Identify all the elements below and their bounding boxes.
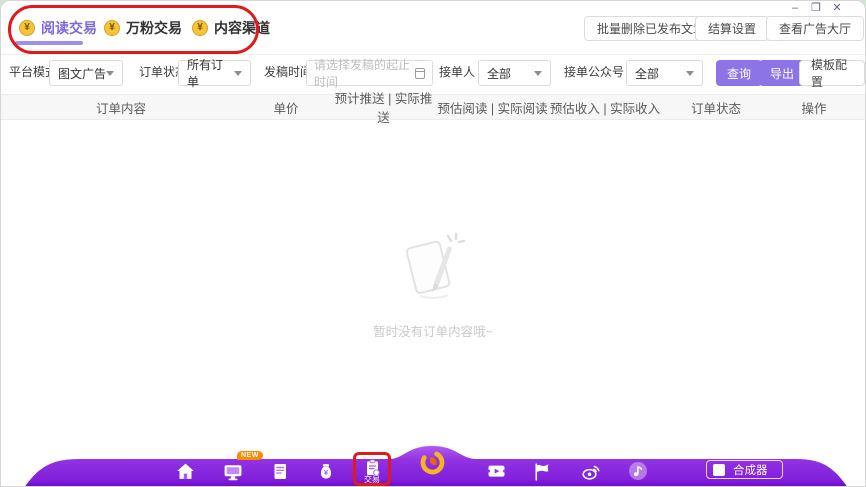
maximize-icon[interactable]: ❐ bbox=[810, 2, 822, 15]
minimize-icon[interactable]: – bbox=[789, 2, 801, 15]
empty-state: 暂时没有订单内容哦~ bbox=[1, 226, 865, 340]
weibo-icon[interactable] bbox=[579, 459, 603, 483]
col-order-status: 订单状态 bbox=[690, 101, 741, 116]
new-badge[interactable]: NEW bbox=[237, 451, 263, 460]
col-order-content: 订单内容 bbox=[95, 101, 146, 116]
synthesizer-checkbox[interactable] bbox=[713, 463, 725, 476]
platform-mode-value: 图文广告 bbox=[58, 66, 107, 81]
query-button[interactable]: 查询 bbox=[716, 60, 763, 86]
window-controls: – ❐ ✕ bbox=[789, 2, 843, 15]
trade-icon-label[interactable]: 交易 bbox=[357, 474, 387, 485]
tab-reading-trade[interactable]: ¥ 阅读交易 bbox=[19, 18, 97, 38]
tab-fans-trade[interactable]: ¥ 万粉交易 bbox=[104, 18, 182, 38]
coin-icon: ¥ bbox=[104, 20, 120, 36]
receiver-value: 全部 bbox=[487, 66, 512, 81]
active-tab-underline bbox=[15, 41, 83, 45]
settlement-settings-button[interactable]: 结算设置 bbox=[695, 16, 770, 41]
app-window: – ❐ ✕ ¥ 阅读交易 ¥ 万粉交易 ¥ 内容渠道 批量删除已发布文章 结算设… bbox=[0, 0, 866, 487]
synthesizer-label: 合成器 bbox=[733, 464, 768, 477]
publish-time-input[interactable]: 请选择发稿的起止时间 bbox=[306, 58, 433, 89]
publish-time-placeholder: 请选择发稿的起止时间 bbox=[314, 58, 411, 89]
tab-label: 阅读交易 bbox=[41, 20, 97, 36]
monitor-icon[interactable] bbox=[221, 459, 245, 483]
account-value: 全部 bbox=[635, 66, 660, 81]
document-icon[interactable] bbox=[268, 459, 292, 483]
tab-content-channel[interactable]: ¥ 内容渠道 bbox=[192, 18, 270, 38]
ticket-icon[interactable] bbox=[484, 459, 508, 483]
publish-time-label: 发稿时间 bbox=[264, 65, 313, 79]
order-status-select[interactable]: 所有订单 bbox=[178, 58, 251, 89]
account-select[interactable]: 全部 bbox=[626, 60, 703, 86]
close-icon[interactable]: ✕ bbox=[831, 2, 843, 15]
chevron-down-icon bbox=[234, 70, 242, 76]
col-income: 预估收入 | 实际收入 bbox=[549, 101, 661, 116]
receiver-label: 接单人 bbox=[439, 65, 476, 79]
chevron-down-icon bbox=[686, 70, 694, 76]
col-actions: 操作 bbox=[801, 101, 827, 116]
account-label: 接单公众号 bbox=[564, 65, 625, 79]
chevron-down-icon bbox=[106, 70, 114, 76]
calendar-icon bbox=[414, 67, 425, 79]
chevron-down-icon bbox=[534, 70, 542, 76]
table-header: 订单内容 单价 预计推送 | 实际推送 预估阅读 | 实际阅读 预估收入 | 实… bbox=[1, 92, 865, 125]
music-icon[interactable] bbox=[626, 459, 650, 483]
order-status-value: 所有订单 bbox=[187, 58, 224, 89]
coin-icon: ¥ bbox=[19, 20, 35, 36]
view-ad-hall-button[interactable]: 查看广告大厅 bbox=[766, 16, 865, 41]
tab-bar: ¥ 阅读交易 ¥ 万粉交易 ¥ 内容渠道 批量删除已发布文章 结算设置 查看广告… bbox=[1, 1, 865, 55]
col-push: 预计推送 | 实际推送 bbox=[334, 92, 433, 125]
template-config-button[interactable]: 模板配置 bbox=[799, 58, 865, 89]
brand-swirl-logo[interactable] bbox=[418, 448, 447, 477]
empty-notepad-illustration bbox=[405, 232, 466, 299]
col-reads: 预估阅读 | 实际阅读 bbox=[437, 101, 548, 116]
tab-label: 万粉交易 bbox=[126, 20, 182, 36]
coin-icon: ¥ bbox=[192, 20, 208, 36]
tab-label: 内容渠道 bbox=[214, 20, 270, 36]
platform-mode-select[interactable]: 图文广告 bbox=[49, 60, 123, 86]
receiver-select[interactable]: 全部 bbox=[478, 60, 551, 86]
flag-icon[interactable] bbox=[529, 459, 553, 483]
home-icon[interactable] bbox=[173, 459, 197, 483]
synthesizer-toggle[interactable]: 合成器 bbox=[706, 460, 783, 479]
empty-message: 暂时没有订单内容哦~ bbox=[373, 325, 493, 339]
col-unit-price: 单价 bbox=[273, 101, 299, 116]
money-bag-icon[interactable]: ¥ bbox=[314, 459, 338, 483]
